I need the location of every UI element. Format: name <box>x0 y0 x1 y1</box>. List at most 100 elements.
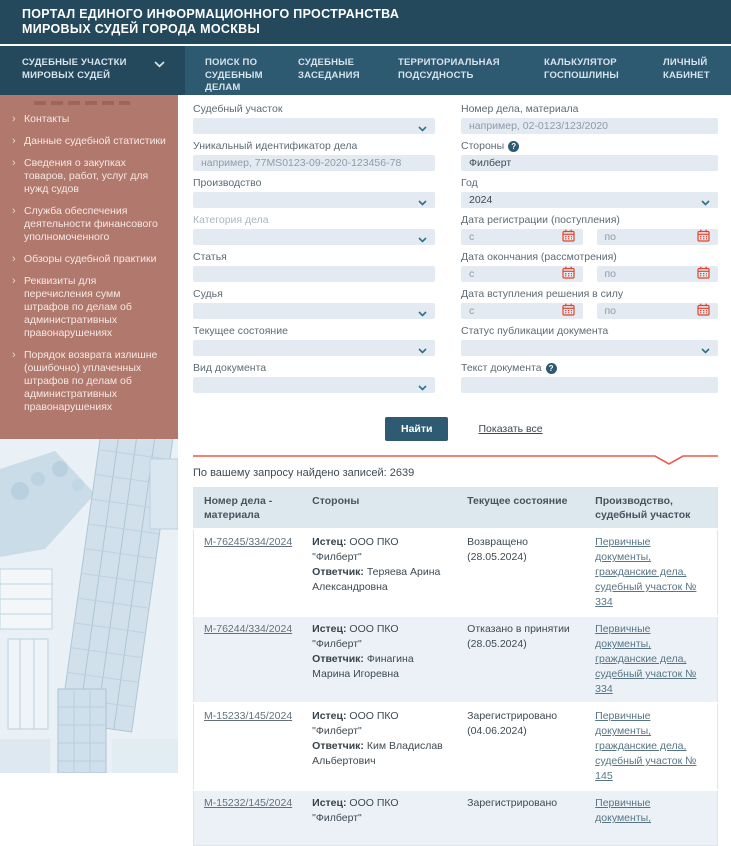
calendar-icon[interactable] <box>562 266 575 282</box>
category-select[interactable] <box>193 229 435 245</box>
uid-input[interactable] <box>193 155 435 171</box>
site-header: ПОРТАЛ ЕДИНОГО ИНФОРМАЦИОННОГО ПРОСТРАНС… <box>0 0 731 44</box>
nav-item-fee-calculator[interactable]: КАЛЬКУЛЯТОР ГОСПОШЛИНЫ <box>544 46 663 95</box>
chevron-right-icon: › <box>10 135 24 148</box>
sidebar: › Контакты › Данные судебной статистики … <box>0 95 178 707</box>
article-label: Статья <box>193 251 435 263</box>
calendar-icon[interactable] <box>562 229 575 245</box>
effective-date-label: Дата вступления решения в силу <box>461 288 718 300</box>
clipped-menu-item <box>34 101 130 105</box>
search-button[interactable]: Найти <box>385 417 448 441</box>
chevron-down-icon <box>418 123 427 135</box>
chevron-right-icon: › <box>10 157 24 196</box>
table-row: М-76244/334/2024 Истец: ООО ПКО "Филберт… <box>194 616 718 703</box>
sidebar-item-procurement[interactable]: › Сведения о закупках товаров, работ, ус… <box>10 157 166 196</box>
chevron-down-icon <box>701 345 710 357</box>
case-number-link[interactable]: М-76245/334/2024 <box>204 536 292 548</box>
help-icon[interactable]: ? <box>508 141 519 152</box>
sidebar-item-practice-reviews[interactable]: › Обзоры судебной практики <box>10 253 166 266</box>
chevron-down-icon <box>418 234 427 246</box>
judge-select[interactable] <box>193 303 435 319</box>
parties-label: Стороны ? <box>461 140 718 152</box>
production-link[interactable]: Первичные документы, гражданские дела, с… <box>595 623 696 695</box>
effective-date-to-input[interactable]: по <box>597 303 719 319</box>
effective-date-from-input[interactable]: с <box>461 303 583 319</box>
production-select[interactable] <box>193 192 435 208</box>
nav-item-court-sections[interactable]: СУДЕБНЫЕ УЧАСТКИ МИРОВЫХ СУДЕЙ <box>0 46 185 95</box>
registration-date-label: Дата регистрации (поступления) <box>461 214 718 226</box>
calendar-icon[interactable] <box>697 303 710 319</box>
publication-status-label: Статус публикации документа <box>461 325 718 337</box>
status-cell: Зарегистрировано (04.06.2024) <box>457 703 585 790</box>
sidebar-item-financial-ombudsman[interactable]: › Служба обеспечения деятельности финанс… <box>10 205 166 244</box>
case-number-link[interactable]: М-15233/145/2024 <box>204 710 292 722</box>
end-date-to-input[interactable]: по <box>597 266 719 282</box>
results-separator <box>193 453 718 465</box>
sidebar-menu: › Контакты › Данные судебной статистики … <box>0 95 178 439</box>
parties-input[interactable] <box>461 155 718 171</box>
nav-item-personal-account[interactable]: ЛИЧНЫЙ КАБИНЕТ <box>663 46 729 95</box>
sidebar-item-statistics[interactable]: › Данные судебной статистики <box>10 135 166 148</box>
calendar-icon[interactable] <box>562 303 575 319</box>
table-row: М-15233/145/2024 Истец: ООО ПКО "Филберт… <box>194 703 718 790</box>
registration-date-to-input[interactable]: по <box>597 229 719 245</box>
chevron-down-icon <box>701 197 710 209</box>
court-section-label: Судебный участок <box>193 103 435 115</box>
end-date-label: Дата окончания (рассмотрения) <box>461 251 718 263</box>
main-content: Судебный участок Уникальный идентификато… <box>193 103 718 846</box>
page-title-line1: ПОРТАЛ ЕДИНОГО ИНФОРМАЦИОННОГО ПРОСТРАНС… <box>22 7 731 22</box>
case-number-label: Номер дела, материала <box>461 103 718 115</box>
production-link[interactable]: Первичные документы, гражданские дела, с… <box>595 710 696 782</box>
year-select[interactable]: 2024 <box>461 192 718 208</box>
doc-text-label: Текст документа ? <box>461 362 718 374</box>
parties-cell: Истец: ООО ПКО "Филберт" Ответчик: Теряе… <box>302 529 457 616</box>
col-header-production: Производство, судебный участок <box>585 488 717 530</box>
main-navigation: СУДЕБНЫЕ УЧАСТКИ МИРОВЫХ СУДЕЙ ПОИСК ПО … <box>0 44 731 95</box>
case-number-input[interactable] <box>461 118 718 134</box>
case-number-link[interactable]: М-15232/145/2024 <box>204 797 292 809</box>
search-form: Судебный участок Уникальный идентификато… <box>193 103 718 399</box>
current-state-label: Текущее состояние <box>193 325 435 337</box>
parties-cell: Истец: ООО ПКО "Филберт" Ответчик: Финаг… <box>302 616 457 703</box>
sidebar-item-contacts[interactable]: › Контакты <box>10 113 166 126</box>
doc-text-input[interactable] <box>461 377 718 393</box>
registration-date-from-input[interactable]: с <box>461 229 583 245</box>
doc-type-label: Вид документа <box>193 362 435 374</box>
doc-type-select[interactable] <box>193 377 435 393</box>
chevron-down-icon <box>154 60 165 73</box>
nav-item-territorial-jurisdiction[interactable]: ТЕРРИТОРИАЛЬНАЯ ПОДСУДНОСТЬ <box>398 46 544 95</box>
article-input[interactable] <box>193 266 435 282</box>
calendar-icon[interactable] <box>697 229 710 245</box>
case-number-link[interactable]: М-76244/334/2024 <box>204 623 292 635</box>
current-state-select[interactable] <box>193 340 435 356</box>
nav-item-case-search[interactable]: ПОИСК ПО СУДЕБНЫМ ДЕЛАМ <box>205 46 298 95</box>
category-label: Категория дела <box>193 214 435 226</box>
chevron-right-icon: › <box>10 205 24 244</box>
status-cell: Зарегистрировано <box>457 790 585 846</box>
chevron-down-icon <box>418 197 427 209</box>
help-icon[interactable]: ? <box>546 363 557 374</box>
calendar-icon[interactable] <box>697 266 710 282</box>
parties-cell: Истец: ООО ПКО "Филберт" Ответчик: Ким В… <box>302 703 457 790</box>
results-table: Номер дела - материала Стороны Текущее с… <box>193 487 718 846</box>
production-link[interactable]: Первичные документы, <box>595 797 651 824</box>
table-row: М-76245/334/2024 Истец: ООО ПКО "Филберт… <box>194 529 718 616</box>
city-aerial-photo <box>0 439 178 773</box>
publication-status-select[interactable] <box>461 340 718 356</box>
chevron-right-icon: › <box>10 113 24 126</box>
end-date-from-input[interactable]: с <box>461 266 583 282</box>
col-header-parties: Стороны <box>302 488 457 530</box>
show-all-link[interactable]: Показать все <box>478 423 542 435</box>
chevron-right-icon: › <box>10 275 24 340</box>
status-cell: Возвращено (28.05.2024) <box>457 529 585 616</box>
year-label: Год <box>461 177 718 189</box>
production-link[interactable]: Первичные документы, гражданские дела, с… <box>595 536 696 608</box>
sidebar-item-fine-refund-procedure[interactable]: › Порядок возврата излишне (ошибочно) уп… <box>10 349 166 414</box>
status-cell: Отказано в принятии (28.05.2024) <box>457 616 585 703</box>
chevron-down-icon <box>418 308 427 320</box>
table-header-row: Номер дела - материала Стороны Текущее с… <box>194 488 718 530</box>
court-section-select[interactable] <box>193 118 435 134</box>
nav-item-court-sessions[interactable]: СУДЕБНЫЕ ЗАСЕДАНИЯ <box>298 46 398 95</box>
sidebar-item-fine-payment-details[interactable]: › Реквизиты для перечисления сумм штрафо… <box>10 275 166 340</box>
col-header-current-state: Текущее состояние <box>457 488 585 530</box>
